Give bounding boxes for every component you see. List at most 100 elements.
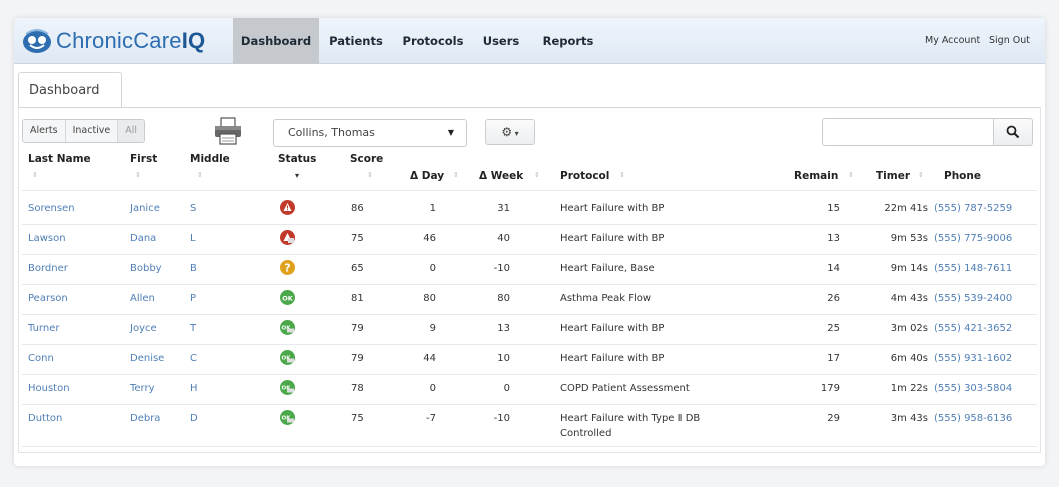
sort-desc-icon[interactable]: ▾ — [295, 171, 299, 180]
filter-alerts-button[interactable]: Alerts — [23, 120, 66, 142]
cell-first-name[interactable]: Joyce — [130, 323, 157, 334]
cell-protocol: Asthma Peak Flow — [560, 293, 652, 304]
cell-last-name[interactable]: Dutton — [28, 413, 62, 424]
col-header-week[interactable]: Δ Week — [479, 170, 523, 182]
col-header-middle[interactable]: Middle — [190, 153, 230, 165]
cell-middle-initial[interactable]: T — [190, 323, 196, 334]
ok-partial-icon: OK — [280, 320, 295, 335]
cell-last-name[interactable]: Houston — [28, 383, 70, 394]
filter-all-button[interactable]: All — [118, 120, 145, 142]
col-header-protocol[interactable]: Protocol — [560, 170, 609, 182]
dashboard-panel — [18, 107, 1041, 453]
cell-first-name[interactable]: Debra — [130, 413, 160, 424]
cell-first-name[interactable]: Dana — [130, 233, 156, 244]
cell-timer: 6m 40s — [890, 353, 928, 364]
sort-icon[interactable]: ⇕ — [453, 171, 459, 179]
cell-first-name[interactable]: Bobby — [130, 263, 162, 274]
cell-last-name[interactable]: Bordner — [28, 263, 68, 274]
cell-phone[interactable]: (555) 958-6136 — [934, 413, 1012, 424]
cell-timer: 9m 53s — [890, 233, 928, 244]
top-navbar: ChronicCareIQ Dashboard Patients Protoco… — [14, 18, 1045, 64]
cell-phone[interactable]: (555) 303-5804 — [934, 383, 1012, 394]
sign-out-link[interactable]: Sign Out — [989, 18, 1030, 64]
search-input[interactable] — [822, 118, 994, 146]
cell-phone[interactable]: (555) 148-7611 — [934, 263, 1012, 274]
cell-delta-week: 80 — [497, 293, 510, 304]
cell-first-name[interactable]: Janice — [130, 203, 160, 214]
cell-last-name[interactable]: Lawson — [28, 233, 66, 244]
cell-middle-initial[interactable]: H — [190, 383, 198, 394]
col-header-last-name[interactable]: Last Name — [28, 153, 91, 165]
patient-select[interactable]: Collins, Thomas ▼ — [273, 119, 467, 147]
sort-icon[interactable]: ⇕ — [135, 171, 141, 179]
col-header-phone[interactable]: Phone — [944, 170, 981, 182]
printer-icon[interactable] — [212, 116, 244, 146]
cell-middle-initial[interactable]: P — [190, 293, 196, 304]
cell-phone[interactable]: (555) 539-2400 — [934, 293, 1012, 304]
nav-reports[interactable]: Reports — [538, 18, 598, 64]
col-header-status[interactable]: Status — [278, 153, 316, 165]
cell-phone[interactable]: (555) 421-3652 — [934, 323, 1012, 334]
cell-protocol: Heart Failure, Base — [560, 263, 655, 274]
settings-dropdown-button[interactable]: ⚙ ▾ — [485, 119, 535, 145]
cell-last-name[interactable]: Conn — [28, 353, 54, 364]
cell-score: 78 — [351, 383, 364, 394]
tab-dashboard[interactable]: Dashboard — [18, 72, 122, 108]
cell-delta-week: 13 — [497, 323, 510, 334]
cell-phone[interactable]: (555) 931-1602 — [934, 353, 1012, 364]
col-header-timer[interactable]: Timer — [876, 170, 910, 182]
cell-score: 79 — [351, 323, 364, 334]
ok-icon: OK — [280, 290, 295, 305]
cell-timer: 1m 22s — [890, 383, 928, 394]
nav-protocols[interactable]: Protocols — [398, 18, 468, 64]
ok-partial-icon: OK — [280, 350, 295, 365]
my-account-link[interactable]: My Account — [925, 18, 980, 64]
cell-delta-day: -7 — [426, 413, 436, 424]
cell-delta-day: 0 — [429, 383, 436, 394]
cell-remain: 13 — [827, 233, 840, 244]
cell-first-name[interactable]: Denise — [130, 353, 164, 364]
brand-logo[interactable]: ChronicCareIQ — [22, 26, 205, 56]
col-header-remain[interactable]: Remain — [794, 170, 838, 182]
sort-icon[interactable]: ⇕ — [367, 171, 373, 179]
cell-timer: 4m 43s — [890, 293, 928, 304]
col-header-score[interactable]: Score — [350, 153, 383, 165]
nav-users[interactable]: Users — [479, 18, 523, 64]
cell-last-name[interactable]: Pearson — [28, 293, 68, 304]
gear-icon: ⚙ — [501, 125, 513, 139]
sort-icon[interactable]: ⇕ — [534, 171, 540, 179]
cell-first-name[interactable]: Terry — [130, 383, 155, 394]
cell-last-name[interactable]: Sorensen — [28, 203, 75, 214]
cell-remain: 14 — [827, 263, 840, 274]
question-icon: ? — [280, 260, 295, 275]
cell-last-name[interactable]: Turner — [28, 323, 59, 334]
sort-icon[interactable]: ⇕ — [848, 171, 854, 179]
search-button[interactable] — [993, 118, 1033, 146]
sort-icon[interactable]: ⇕ — [619, 171, 625, 179]
cell-protocol-line2: Controlled — [560, 428, 612, 439]
sort-icon[interactable]: ⇕ — [32, 171, 38, 179]
cell-score: 79 — [351, 353, 364, 364]
row-divider — [22, 404, 1037, 405]
nav-dashboard[interactable]: Dashboard — [233, 18, 319, 64]
cell-middle-initial[interactable]: D — [190, 413, 198, 424]
nav-patients[interactable]: Patients — [326, 18, 386, 64]
cell-first-name[interactable]: Allen — [130, 293, 155, 304]
col-header-first[interactable]: First — [130, 153, 157, 165]
filter-inactive-button[interactable]: Inactive — [65, 120, 119, 142]
cell-protocol: Heart Failure with Type Ⅱ DB — [560, 413, 701, 424]
app-window: ChronicCareIQ Dashboard Patients Protoco… — [14, 18, 1045, 466]
ok-partial-icon: OK — [280, 410, 295, 425]
ok-partial-icon: OK — [280, 380, 295, 395]
cell-phone[interactable]: (555) 775-9006 — [934, 233, 1012, 244]
cell-middle-initial[interactable]: L — [190, 233, 196, 244]
cell-phone[interactable]: (555) 787-5259 — [934, 203, 1012, 214]
cell-middle-initial[interactable]: B — [190, 263, 197, 274]
col-header-day[interactable]: Δ Day — [410, 170, 444, 182]
cell-middle-initial[interactable]: S — [190, 203, 196, 214]
cell-delta-day: 44 — [423, 353, 436, 364]
sort-icon[interactable]: ⇕ — [197, 171, 203, 179]
sort-icon[interactable]: ⇕ — [918, 171, 924, 179]
cell-middle-initial[interactable]: C — [190, 353, 197, 364]
header-divider — [22, 190, 1037, 191]
